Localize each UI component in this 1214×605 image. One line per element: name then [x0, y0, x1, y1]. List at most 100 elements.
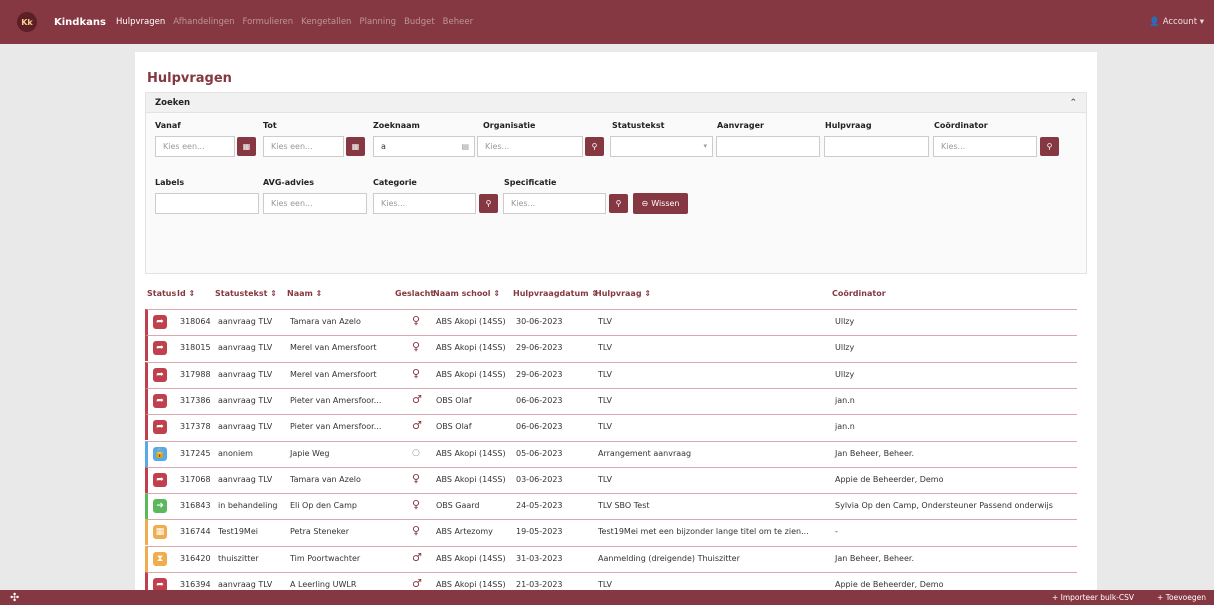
col-naam[interactable]: Naam ⇕: [287, 289, 322, 298]
table-row[interactable]: ➦ 317068 aanvraag TLV Tamara van Azelo ABS A…: [145, 466, 1077, 493]
gender-icon: ♂: [412, 419, 422, 433]
zoeknaam-input[interactable]: a ▤: [373, 136, 475, 157]
table-row[interactable]: ➦ 318015 aanvraag TLV Merel van Amersfoort A…: [145, 335, 1077, 362]
label-specificatie: Specificatie: [504, 178, 557, 187]
row-naam: Japie Weg: [290, 448, 330, 458]
status-icon: ⧗: [153, 551, 167, 566]
nav-afhandelingen[interactable]: Afhandelingen: [173, 17, 234, 27]
label-statustekst: Statustekst: [612, 121, 665, 130]
table-row[interactable]: ➦ 317988 aanvraag TLV Merel van Amersfoort A…: [145, 361, 1077, 388]
table-row[interactable]: ⧗ 316420 thuiszitter Tim Poortwachter ABS Ak…: [145, 545, 1077, 572]
aanvrager-input[interactable]: [716, 136, 820, 157]
row-hulpvraag: TLV: [598, 369, 612, 379]
nav-planning[interactable]: Planning: [359, 17, 396, 27]
row-hulpvraagdatum: 05-06-2023: [516, 448, 563, 458]
col-hulpvraag[interactable]: Hulpvraag ⇕: [595, 289, 651, 298]
row-statustekst: aanvraag TLV: [218, 317, 273, 326]
row-coordinator: Appie de Beheerder, Demo: [835, 580, 944, 589]
bottom-toolbar: ✣ + Importeer bulk-CSV + Toevoegen: [0, 590, 1214, 605]
row-hulpvraagdatum: 29-06-2023: [516, 369, 563, 379]
gender-icon: ♀: [412, 340, 421, 354]
search-panel-header[interactable]: Zoeken ⌃: [146, 93, 1086, 113]
avg-advies-input[interactable]: Kies een...: [263, 193, 367, 214]
specificatie-input[interactable]: Kies...: [503, 193, 606, 214]
categorie-input[interactable]: Kies...: [373, 193, 476, 214]
col-naam-school[interactable]: Naam school ⇕: [433, 289, 500, 298]
search-icon[interactable]: ⚲: [609, 194, 628, 213]
status-icon: ➦: [153, 341, 167, 356]
row-naam: Merel van Amersfoort: [290, 343, 377, 353]
row-statustekst: anoniem: [218, 448, 253, 458]
table-row[interactable]: ➜ 316843 in behandeling Eli Op den Camp OBS …: [145, 493, 1077, 520]
row-naam-school: ABS Akopi (14SS): [436, 343, 506, 353]
col-statustekst[interactable]: Statustekst ⇕: [215, 289, 277, 298]
gender-icon: ♀: [412, 314, 421, 327]
hulpvraag-input[interactable]: [824, 136, 929, 157]
status-icon: ➜: [153, 499, 167, 514]
status-icon: ➦: [153, 393, 167, 408]
label-vanaf: Vanaf: [155, 121, 181, 130]
table-row[interactable]: ▦ 316744 Test19Mei Petra Steneker ABS Artezo…: [145, 519, 1077, 546]
label-categorie: Categorie: [373, 178, 417, 187]
table-row[interactable]: ➦ 317378 aanvraag TLV Pieter van Amersfoor.…: [145, 414, 1077, 441]
label-avg-advies: AVG-advies: [263, 178, 314, 187]
search-icon[interactable]: ⚲: [479, 194, 498, 213]
row-coordinator: Sylvia Op den Camp, Ondersteuner Passend…: [835, 501, 1053, 511]
table-row[interactable]: ➦ 317386 aanvraag TLV Pieter van Amersfoor.…: [145, 387, 1077, 414]
search-icon[interactable]: ⚲: [585, 137, 604, 156]
tot-date-input[interactable]: Kies een...: [263, 136, 344, 157]
minus-circle-icon: ⊖: [641, 199, 649, 208]
row-statustekst: Test19Mei: [218, 527, 258, 537]
label-hulpvraag: Hulpvraag: [825, 121, 872, 130]
calendar-icon[interactable]: ▦: [346, 137, 365, 156]
table-row[interactable]: ➦ 318064 aanvraag TLV Tamara van Azelo ABS A…: [145, 309, 1077, 335]
labels-input[interactable]: [155, 193, 259, 214]
row-id: 316420: [180, 553, 211, 563]
row-naam-school: ABS Akopi (14SS): [436, 474, 506, 484]
chevron-up-icon[interactable]: ⌃: [1069, 93, 1077, 113]
gender-icon: ♂: [412, 392, 422, 406]
nav-hulpvragen[interactable]: Hulpvragen: [116, 17, 165, 27]
search-icon[interactable]: ⚲: [1040, 137, 1059, 156]
row-statustekst: aanvraag TLV: [218, 395, 273, 405]
wissen-button[interactable]: ⊖ Wissen: [633, 193, 688, 214]
account-menu[interactable]: 👤 Account ▾: [1149, 17, 1204, 27]
brand-name[interactable]: Kindkans: [54, 17, 106, 28]
row-naam: A Leerling UWLR: [290, 580, 357, 589]
search-panel: Zoeken ⌃ Vanaf Tot Zoeknaam Organisatie …: [145, 92, 1087, 274]
gender-icon: ♂: [412, 577, 422, 590]
col-hulpvraagdatum[interactable]: Hulpvraagdatum ⇕: [513, 289, 598, 298]
row-naam: Petra Steneker: [290, 527, 350, 537]
table-row[interactable]: 🔒 317245 anoniem Japie Weg ABS Akopi (14SS) 0…: [145, 440, 1077, 467]
import-csv-button[interactable]: + Importeer bulk-CSV: [1052, 593, 1134, 602]
col-id[interactable]: Id ⇕: [177, 289, 195, 298]
app-logo[interactable]: Kk: [17, 12, 37, 32]
search-panel-title: Zoeken: [155, 98, 191, 108]
nav-kengetallen[interactable]: Kengetallen: [301, 17, 351, 27]
row-naam: Pieter van Amersfoor...: [290, 422, 382, 432]
status-icon: ➦: [153, 472, 167, 487]
move-icon[interactable]: ✣: [10, 590, 19, 605]
row-naam: Tamara van Azelo: [290, 317, 361, 326]
label-labels: Labels: [155, 178, 185, 187]
vanaf-date-input[interactable]: Kies een...: [155, 136, 235, 157]
row-naam: Merel van Amersfoort: [290, 369, 377, 379]
nav-formulieren[interactable]: Formulieren: [242, 17, 293, 27]
statustekst-select[interactable]: ▾: [610, 136, 713, 157]
row-naam: Tamara van Azelo: [290, 474, 361, 484]
row-coordinator: Appie de Beheerder, Demo: [835, 474, 944, 484]
col-status: Status: [147, 289, 177, 298]
gender-icon: ♀: [412, 471, 421, 485]
row-naam-school: OBS Olaf: [436, 422, 472, 432]
top-navbar: Kk Kindkans Hulpvragen Afhandelingen For…: [0, 0, 1214, 44]
row-naam-school: ABS Akopi (14SS): [436, 448, 506, 458]
coordinator-input[interactable]: Kies...: [933, 136, 1037, 157]
organisatie-input[interactable]: Kies...: [477, 136, 583, 157]
nav-budget[interactable]: Budget: [404, 17, 435, 27]
row-statustekst: thuiszitter: [218, 553, 259, 563]
nav-beheer[interactable]: Beheer: [443, 17, 473, 27]
add-button[interactable]: + Toevoegen: [1157, 593, 1206, 602]
calendar-icon[interactable]: ▦: [237, 137, 256, 156]
status-icon: 🔒: [153, 446, 167, 461]
row-statustekst: in behandeling: [218, 501, 278, 511]
